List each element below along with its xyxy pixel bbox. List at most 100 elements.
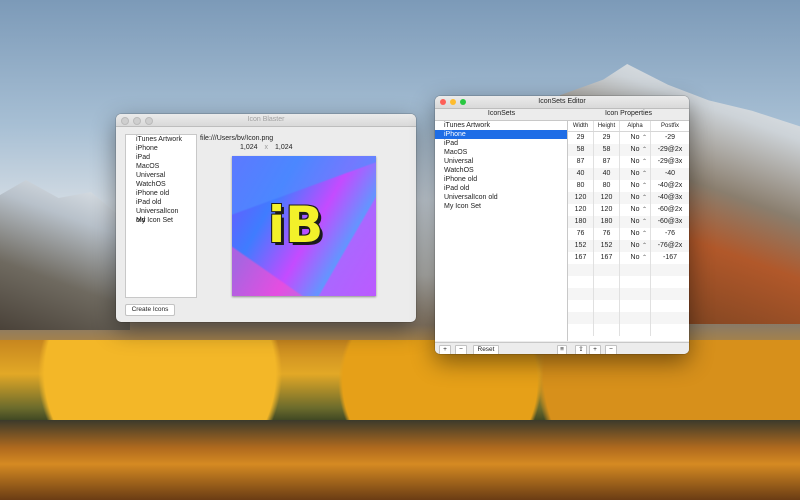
height-cell[interactable]: 29 [594,132,620,144]
icon-properties-table[interactable]: Width Height Alpha Postfix 29 29 No ⌃ -29 58 5… [568,121,689,341]
create-icons-button[interactable]: Create Icons [125,304,175,316]
height-cell[interactable]: 87 [594,156,620,168]
iconset-list-item[interactable]: iPhone [435,130,567,139]
iconsets-list[interactable]: iTunes Artwork iPhone iPad MacOS Universal Wa… [435,121,568,341]
width-cell[interactable]: 152 [568,240,594,252]
stepper-icon[interactable]: ⌃ [642,228,647,240]
minimize-button[interactable] [450,99,456,105]
alpha-cell[interactable]: No ⌃ [620,168,651,180]
alpha-cell[interactable]: No ⌃ [620,132,651,144]
iconset-list-item[interactable]: WatchOS [435,166,567,175]
width-cell[interactable]: 120 [568,192,594,204]
width-cell[interactable]: 29 [568,132,594,144]
width-cell[interactable]: 76 [568,228,594,240]
list-item[interactable]: iTunes Artwork [126,135,196,144]
stepper-icon[interactable]: ⌃ [642,240,647,252]
remove-iconset-button[interactable]: − [455,345,467,354]
alpha-cell[interactable]: No ⌃ [620,192,651,204]
list-item[interactable]: MacOS [126,162,196,171]
iconset-list-item[interactable]: iPad old [435,184,567,193]
stepper-icon[interactable]: ⌃ [642,156,647,168]
iconset-list-item[interactable]: MacOS [435,148,567,157]
stepper-icon[interactable]: ⌃ [642,216,647,228]
minimize-button[interactable] [133,117,141,125]
postfix-cell[interactable]: -40@3x [651,192,689,204]
stepper-icon[interactable]: ⌃ [642,180,647,192]
height-cell[interactable]: 167 [594,252,620,264]
stepper-icon[interactable]: ⌃ [642,132,647,144]
table-row[interactable]: 152 152 No ⌃ -76@2x [568,240,689,252]
add-property-button[interactable]: + [589,345,601,354]
width-cell[interactable]: 40 [568,168,594,180]
close-button[interactable] [440,99,446,105]
close-button[interactable] [121,117,129,125]
list-item[interactable]: UniversalIcon old [126,207,196,224]
postfix-cell[interactable]: -29@2x [651,144,689,156]
stepper-icon[interactable]: ⌃ [642,192,647,204]
height-cell[interactable]: 152 [594,240,620,252]
postfix-cell[interactable]: -60@2x [651,204,689,216]
iconset-list-item[interactable]: Universal [435,157,567,166]
postfix-cell[interactable]: -40 [651,168,689,180]
stepper-icon[interactable]: ⌃ [642,144,647,156]
height-cell[interactable]: 76 [594,228,620,240]
table-row[interactable]: 120 120 No ⌃ -40@3x [568,192,689,204]
stepper-icon[interactable]: ⌃ [642,252,647,264]
iconset-list-item[interactable]: UniversalIcon old [435,193,567,202]
postfix-cell[interactable]: -29@3x [651,156,689,168]
col-height-header[interactable]: Height [594,121,620,131]
postfix-cell[interactable]: -167 [651,252,689,264]
width-cell[interactable]: 58 [568,144,594,156]
width-cell[interactable]: 120 [568,204,594,216]
list-item[interactable]: iPad [126,153,196,162]
col-alpha-header[interactable]: Alpha [620,121,651,131]
postfix-cell[interactable]: -29 [651,132,689,144]
width-cell[interactable]: 80 [568,180,594,192]
table-row[interactable]: 167 167 No ⌃ -167 [568,252,689,264]
height-cell[interactable]: 80 [594,180,620,192]
height-cell[interactable]: 120 [594,192,620,204]
stepper-icon[interactable]: ⌃ [642,204,647,216]
alpha-cell[interactable]: No ⌃ [620,180,651,192]
postfix-cell[interactable]: -76 [651,228,689,240]
iconset-list-item[interactable]: My Icon Set [435,202,567,211]
iconset-list-item[interactable]: iPad [435,139,567,148]
alpha-cell[interactable]: No ⌃ [620,240,651,252]
postfix-cell[interactable]: -76@2x [651,240,689,252]
alpha-cell[interactable]: No ⌃ [620,252,651,264]
height-cell[interactable]: 120 [594,204,620,216]
width-cell[interactable]: 167 [568,252,594,264]
add-iconset-button[interactable]: + [439,345,451,354]
alpha-cell[interactable]: No ⌃ [620,204,651,216]
zoom-button[interactable] [460,99,466,105]
remove-property-button[interactable]: − [605,345,617,354]
alpha-cell[interactable]: No ⌃ [620,156,651,168]
postfix-cell[interactable]: -40@2x [651,180,689,192]
list-item[interactable]: iPhone old [126,189,196,198]
reset-button[interactable]: Reset [473,345,499,354]
iconset-list[interactable]: iTunes Artwork iPhone iPad MacOS Universal Wa… [125,134,197,298]
table-row[interactable]: 58 58 No ⌃ -29@2x [568,144,689,156]
list-item[interactable]: iPad old [126,198,196,207]
alpha-cell[interactable]: No ⌃ [620,144,651,156]
col-postfix-header[interactable]: Postfix [651,121,689,131]
iconset-list-item[interactable]: iPhone old [435,175,567,184]
icon-blaster-titlebar[interactable]: Icon Blaster [116,114,416,127]
icon-preview-image[interactable]: iB [232,156,376,296]
table-row[interactable]: 87 87 No ⌃ -29@3x [568,156,689,168]
table-row[interactable]: 40 40 No ⌃ -40 [568,168,689,180]
height-cell[interactable]: 180 [594,216,620,228]
table-row[interactable]: 29 29 No ⌃ -29 [568,132,689,144]
width-cell[interactable]: 180 [568,216,594,228]
share-icon[interactable]: ⇪ [575,345,587,354]
alpha-cell[interactable]: No ⌃ [620,228,651,240]
table-row[interactable]: 180 180 No ⌃ -60@3x [568,216,689,228]
stepper-icon[interactable]: ⌃ [642,168,647,180]
col-width-header[interactable]: Width [568,121,594,131]
zoom-button[interactable] [145,117,153,125]
iconset-list-item[interactable]: iTunes Artwork [435,121,567,130]
table-row[interactable]: 120 120 No ⌃ -60@2x [568,204,689,216]
grid-icon[interactable]: ≡ [557,345,567,354]
postfix-cell[interactable]: -60@3x [651,216,689,228]
list-item[interactable]: My Icon Set [126,216,196,225]
